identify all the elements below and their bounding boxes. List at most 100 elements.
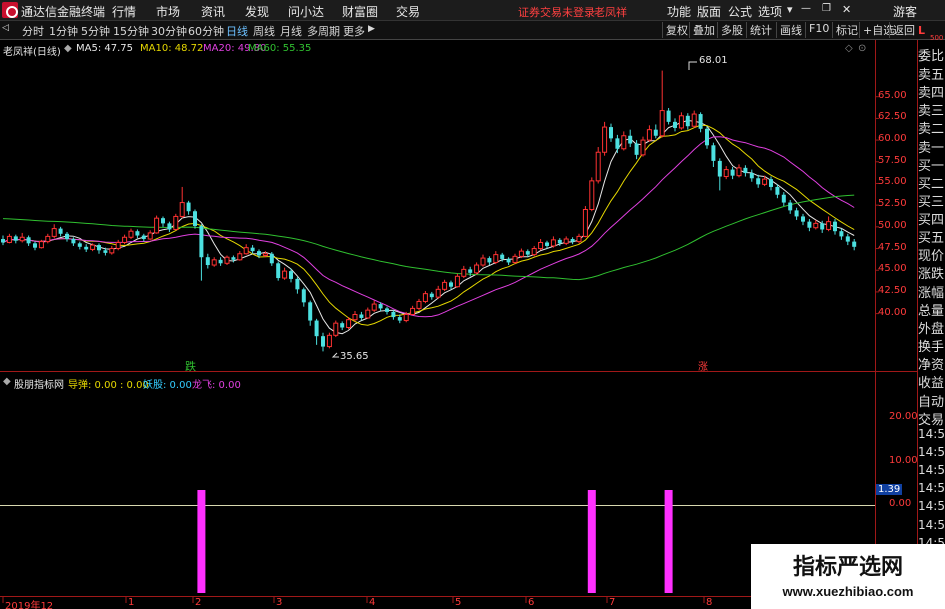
fall-marker: 跌	[185, 360, 196, 373]
candle-up	[122, 236, 128, 243]
candle-down	[615, 138, 620, 149]
candle-down	[749, 173, 754, 179]
candle-down	[141, 235, 146, 239]
chart-canvas[interactable]	[0, 0, 945, 609]
candle-up	[538, 241, 544, 250]
side-label: 委比	[918, 49, 945, 64]
candle-down	[525, 251, 530, 255]
side-label: 现价	[918, 249, 945, 264]
candle-up	[211, 259, 217, 266]
price-tick-label: 50.00	[878, 219, 907, 231]
candle-down	[653, 129, 658, 136]
candle-down	[397, 317, 402, 321]
price-tick-label: 42.50	[878, 284, 907, 296]
side-label: 卖二	[918, 122, 945, 137]
candle-down	[743, 167, 748, 174]
side-label: 卖五	[918, 68, 945, 83]
indicator-signal-bar	[197, 490, 206, 593]
candle-down	[84, 246, 89, 250]
candle-up	[115, 241, 121, 250]
ma5-readout: MA5: 47.75	[76, 43, 134, 54]
candle-down	[545, 242, 549, 246]
candle-up	[333, 322, 339, 336]
candle-up	[723, 169, 729, 178]
candle-up	[282, 270, 288, 279]
candle-down	[103, 250, 108, 253]
candle-down	[756, 178, 761, 185]
candle-down	[487, 258, 492, 263]
candle-down	[794, 210, 799, 217]
price-tick-label: 62.50	[878, 111, 907, 123]
candle-down	[781, 194, 786, 203]
candle-down	[557, 239, 562, 244]
chart-options-icon[interactable]: ⊙	[858, 43, 866, 54]
candle-up	[531, 248, 537, 256]
candle-down	[500, 254, 505, 259]
side-label: 外盘	[918, 322, 945, 337]
candle-down	[33, 243, 37, 248]
candle-down	[71, 239, 76, 244]
candle-up	[410, 307, 416, 315]
side-label: 买五	[918, 231, 945, 246]
candle-up	[19, 236, 25, 242]
candle-up	[518, 250, 524, 257]
candle-up	[474, 264, 480, 274]
candle-up	[480, 257, 486, 266]
indicator-dot-icon: ◆	[3, 376, 11, 387]
candle-up	[45, 235, 51, 243]
candle-down	[801, 216, 805, 222]
candle-up	[38, 241, 44, 249]
watermark: 指标严选网 www.xuezhibiao.com	[751, 544, 945, 609]
ma10-readout: MA10: 48.72	[140, 43, 204, 54]
candle-down	[685, 115, 690, 127]
high-price-label: 68.01	[699, 55, 728, 66]
candle-down	[788, 202, 793, 211]
candle-up	[224, 256, 230, 264]
candle-up	[589, 180, 595, 210]
candle-down	[193, 211, 197, 226]
candle-up	[659, 110, 665, 137]
candle-up	[179, 202, 185, 217]
candle-up	[51, 228, 57, 237]
candle-up	[762, 178, 768, 185]
candle-down	[231, 257, 236, 260]
candle-down	[205, 257, 210, 266]
tick-time: 14:56	[918, 481, 945, 495]
candle-down	[65, 233, 69, 239]
candle-down	[705, 128, 709, 146]
candle-down	[289, 271, 293, 279]
candle-down	[391, 311, 396, 318]
chart-settings-icon[interactable]: ◇	[845, 43, 853, 54]
candle-up	[435, 288, 441, 298]
auto-trade-label[interactable]: 自动	[918, 391, 945, 410]
candle-down	[378, 304, 383, 309]
candle-down	[314, 320, 319, 337]
candle-down	[570, 239, 575, 242]
candle-down	[634, 143, 639, 155]
candle-up	[582, 209, 588, 237]
side-label: 净资	[918, 358, 945, 373]
date-tick-label: 8	[706, 597, 713, 608]
ma-dot-icon: ◆	[64, 43, 72, 54]
candle-up	[109, 248, 115, 254]
auto-trade-label[interactable]: 交易	[918, 409, 945, 428]
candle-up	[90, 244, 96, 250]
price-tick-label: 52.50	[878, 198, 907, 210]
candle-down	[698, 114, 703, 129]
side-label: 买四	[918, 213, 945, 228]
indicator-signal-bar	[664, 490, 673, 593]
side-label: 卖三	[918, 104, 945, 119]
indicator-tick-label: 10.00	[889, 455, 918, 466]
rise-marker: 涨	[698, 362, 708, 373]
candle-down	[359, 314, 364, 318]
candle-down	[833, 221, 837, 232]
candle-up	[243, 247, 249, 255]
tick-time: 14:56	[918, 463, 945, 477]
price-tick-label: 65.00	[878, 89, 907, 101]
candle-down	[717, 160, 722, 177]
candle-up	[422, 293, 428, 302]
candle-up	[154, 217, 160, 234]
indicator-tick-label: 0.00	[889, 498, 912, 509]
candle-down	[628, 135, 633, 144]
candle-down	[730, 169, 735, 176]
